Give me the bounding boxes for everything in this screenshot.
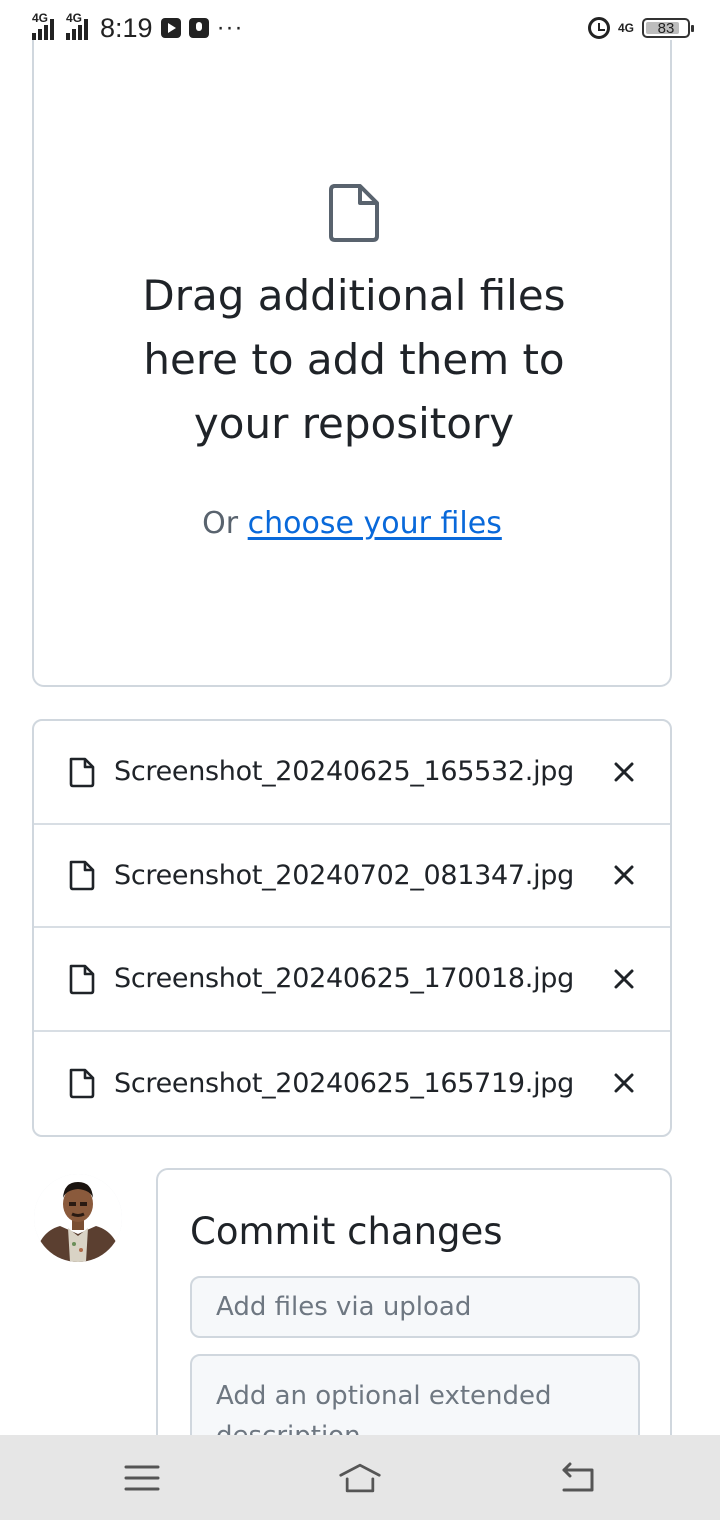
- dropzone-line-2: here to add them to: [143, 335, 565, 384]
- file-icon: [69, 757, 95, 788]
- choose-files-line: Or choose your files: [34, 506, 670, 541]
- file-icon: [69, 860, 95, 891]
- remove-file-icon[interactable]: [612, 1071, 636, 1095]
- file-row: Screenshot_20240625_165532.jpg: [34, 721, 670, 825]
- menu-icon: [124, 1465, 160, 1490]
- choose-files-link[interactable]: choose your files: [248, 506, 502, 541]
- file-name: Screenshot_20240702_081347.jpg: [114, 859, 574, 891]
- network-label: 4G: [66, 11, 83, 25]
- status-right: 4G 83: [587, 17, 694, 39]
- home-icon: [339, 1463, 381, 1492]
- avatar[interactable]: [34, 1174, 122, 1262]
- file-name: Screenshot_20240625_170018.jpg: [114, 963, 574, 995]
- file-row: Screenshot_20240625_165719.jpg: [34, 1032, 670, 1136]
- avatar-image: [34, 1174, 122, 1262]
- file-row: Screenshot_20240625_170018.jpg: [34, 928, 670, 1032]
- commit-summary-input[interactable]: [190, 1276, 640, 1338]
- recorder-icon: [188, 18, 209, 38]
- more-notifications-icon: ···: [216, 14, 244, 41]
- file-icon: [69, 964, 95, 995]
- menu-button[interactable]: [120, 1460, 164, 1496]
- battery-icon: 83: [642, 18, 694, 38]
- commit-form: Commit changes: [156, 1168, 672, 1494]
- dropzone-instructions: Drag additional files here to add them t…: [94, 264, 614, 456]
- signal-icon: 4G: [32, 11, 54, 41]
- file-icon: [69, 1068, 95, 1099]
- file-dropzone[interactable]: Drag additional files here to add them t…: [32, 40, 672, 687]
- remove-file-icon[interactable]: [612, 760, 636, 784]
- file-row: Screenshot_20240702_081347.jpg: [34, 825, 670, 928]
- clock: 8:19: [100, 12, 153, 43]
- youtube-icon: [160, 18, 181, 38]
- commit-title: Commit changes: [190, 1210, 503, 1253]
- battery-percent: 83: [657, 19, 675, 37]
- file-icon: [329, 184, 379, 242]
- uploaded-files-list: Screenshot_20240625_165532.jpg Screensho…: [32, 719, 672, 1137]
- file-name: Screenshot_20240625_165532.jpg: [114, 756, 574, 788]
- dropzone-line-3: your repository: [193, 399, 515, 448]
- network-label: 4G: [617, 21, 634, 35]
- remove-file-icon[interactable]: [612, 863, 636, 887]
- signal-icon: 4G: [66, 11, 88, 41]
- status-left: 4G 4G 8:19 ···: [32, 11, 244, 44]
- dropzone-line-1: Drag additional files: [142, 271, 566, 320]
- file-name: Screenshot_20240625_165719.jpg: [114, 1067, 574, 1099]
- home-button[interactable]: [338, 1460, 382, 1496]
- remove-file-icon[interactable]: [612, 967, 636, 991]
- alarm-icon: [587, 17, 610, 39]
- back-icon: [562, 1462, 594, 1491]
- system-navigation-bar: [0, 1435, 720, 1520]
- back-button[interactable]: [556, 1460, 600, 1496]
- network-label: 4G: [32, 11, 49, 25]
- or-label: Or: [202, 506, 239, 541]
